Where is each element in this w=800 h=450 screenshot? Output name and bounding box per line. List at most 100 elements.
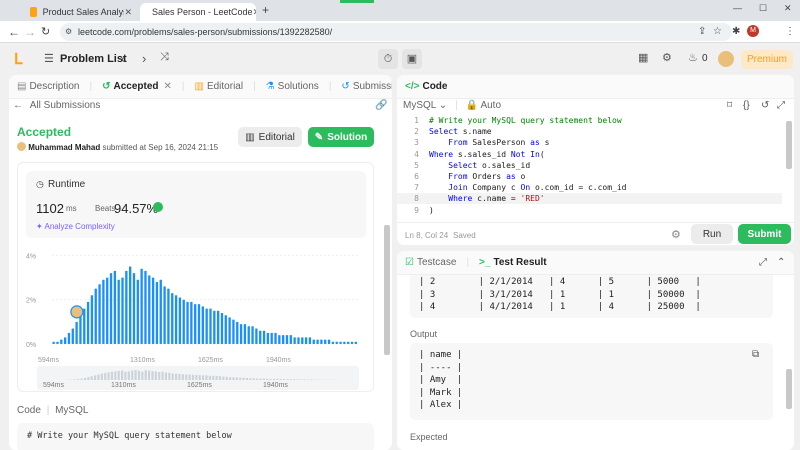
histogram-bar	[186, 301, 189, 344]
auto-mode-toggle[interactable]: 🔒 Auto	[466, 100, 501, 111]
tab-test-result[interactable]: >_ Test Result	[479, 257, 547, 268]
site-info-icon[interactable]: ⚙	[65, 23, 72, 41]
range-selector-bar	[276, 378, 279, 380]
expand-panel-icon[interactable]: ⤢	[759, 257, 767, 268]
fullscreen-icon[interactable]: ⤢	[777, 100, 785, 111]
range-selector-bar	[168, 372, 171, 380]
histogram-bar	[308, 337, 312, 344]
range-selector-bar	[158, 372, 161, 380]
close-tab-icon[interactable]: ✕	[253, 7, 256, 18]
all-submissions-link[interactable]: ← All Submissions	[13, 100, 100, 111]
browser-menu-icon[interactable]: ⋮	[785, 25, 795, 39]
code-line[interactable]: 5 Select o.sales_id	[397, 160, 782, 171]
maximize-window-icon[interactable]: ☐	[759, 3, 767, 14]
histogram-bar	[354, 341, 357, 344]
tab-testcase[interactable]: ☑ Testcase	[405, 257, 456, 268]
tab-accepted[interactable]: ↺ Accepted ✕	[102, 81, 172, 92]
minimize-window-icon[interactable]: —	[733, 3, 742, 13]
fire-streak-icon[interactable]: ♨	[688, 51, 698, 64]
previous-problem-icon[interactable]: ‹	[121, 51, 125, 66]
tab-solutions[interactable]: ⚗ Solutions	[266, 81, 319, 92]
close-window-icon[interactable]: ✕	[784, 3, 792, 14]
histogram-bar	[60, 339, 63, 344]
tab-description[interactable]: ▤ Description	[17, 81, 79, 92]
code-editor[interactable]: 1 # Write your MySQL query statement belo…	[397, 115, 782, 215]
extensions-icon[interactable]: ✱	[732, 25, 740, 39]
new-tab-plus-icon[interactable]: +	[262, 3, 269, 17]
premium-button[interactable]: Premium	[741, 50, 793, 69]
histogram-bar	[159, 279, 162, 344]
code-line[interactable]: 3 From SalesPerson as s	[397, 137, 782, 148]
histogram-bar	[171, 293, 174, 344]
range-selector-bar	[141, 371, 144, 380]
histogram-bar	[301, 337, 304, 344]
tab-submissions[interactable]: ↺Submissions	[341, 81, 392, 92]
histogram-bar	[136, 279, 139, 344]
code-line[interactable]: 6 From Orders as o	[397, 171, 782, 182]
url-field[interactable]: ⚙ leetcode.com/problems/sales-person/sub…	[60, 23, 732, 41]
reset-code-icon[interactable]: ↺	[761, 100, 769, 111]
copy-icon[interactable]: ⧉	[752, 349, 759, 360]
console-settings-icon[interactable]: ⚙	[671, 228, 681, 241]
histogram-bar	[140, 268, 143, 344]
result-scrollbar[interactable]	[786, 369, 792, 409]
problem-list-icon[interactable]: ☰	[44, 52, 54, 65]
share-icon[interactable]: ⇪	[698, 25, 706, 39]
code-line[interactable]: 1 # Write your MySQL query statement belo…	[397, 115, 782, 126]
editor-scrollbar[interactable]	[786, 121, 792, 169]
close-tab-icon[interactable]: ✕	[164, 81, 172, 92]
back-arrow-icon[interactable]: ←	[8, 25, 20, 39]
x-tick-label: 594ms	[38, 357, 60, 364]
editorial-button[interactable]: ▥ Editorial	[238, 127, 302, 147]
notes-icon[interactable]: ▣	[402, 49, 422, 69]
close-tab-icon[interactable]: ✕	[124, 7, 132, 18]
tab-editorial[interactable]: ▥ Editorial	[195, 81, 244, 92]
reload-icon[interactable]: ↻	[41, 25, 50, 39]
settings-gear-icon[interactable]: ⚙	[662, 51, 672, 64]
leetcode-logo-icon[interactable]: ᒪ	[14, 50, 22, 68]
bookmark-icon[interactable]: ⌑	[727, 100, 732, 111]
code-line[interactable]: 9)	[397, 205, 782, 216]
histogram-bar	[350, 341, 354, 344]
user-avatar[interactable]	[17, 142, 26, 151]
timer-icon[interactable]: ⏱	[378, 49, 398, 69]
range-selector-bar	[202, 375, 205, 380]
next-problem-icon[interactable]: ›	[142, 51, 146, 66]
range-selector-bar	[104, 372, 107, 380]
submitter-name[interactable]: Muhammad Mahad	[28, 143, 100, 152]
browser-tab-sales-person[interactable]: Sales Person - LeetCode ✕	[140, 3, 256, 21]
problem-list-link[interactable]: Problem List	[60, 53, 127, 65]
runtime-summary[interactable]: ◷ Runtime 1102 ms Beats 94.57% ✦ Analyze…	[26, 171, 366, 238]
range-selector-bar	[80, 378, 83, 380]
collapse-panel-icon[interactable]: ⌃	[777, 257, 785, 268]
share-link-icon[interactable]: 🔗	[375, 100, 387, 111]
range-selector-bar	[121, 370, 124, 380]
profile-avatar[interactable]: M	[747, 25, 759, 37]
user-avatar[interactable]	[718, 51, 734, 67]
range-selector-bar	[266, 378, 269, 380]
tab-code[interactable]: </> Code	[405, 81, 447, 92]
histogram-bar	[239, 324, 243, 344]
checkbox-icon: ☑	[405, 257, 414, 268]
runtime-range-selector[interactable]: 594ms 1310ms 1625ms 1940ms	[37, 366, 359, 390]
run-button[interactable]: Run	[691, 224, 733, 244]
code-section-header: Code | MySQL	[17, 405, 89, 416]
bookmark-star-icon[interactable]: ☆	[713, 25, 722, 39]
submit-button[interactable]: Submit	[738, 224, 791, 244]
left-panel-scrollbar[interactable]	[384, 225, 390, 355]
shuffle-icon[interactable]: ⤨	[160, 51, 169, 64]
analyze-complexity-link[interactable]: ✦ Analyze Complexity	[36, 222, 115, 231]
range-selector-bar	[127, 371, 130, 380]
solution-button[interactable]: ✎ Solution	[308, 127, 374, 147]
format-braces-icon[interactable]: {}	[743, 100, 750, 111]
browser-tab-product-sales[interactable]: Product Sales Analysis III - Lee ✕	[24, 3, 138, 21]
code-line[interactable]: 7 Join Company c On o.com_id = c.com_id	[397, 182, 782, 193]
user-runtime-marker-icon[interactable]	[70, 305, 84, 319]
forward-arrow-icon[interactable]: →	[24, 25, 36, 39]
language-select[interactable]: MySQL ⌄	[403, 100, 447, 111]
code-line[interactable]: 4 Where s.sales_id Not In(	[397, 149, 782, 160]
histogram-bar	[339, 341, 342, 344]
code-line[interactable]: 2 Select s.name	[397, 126, 782, 137]
layout-icon[interactable]: ▦	[638, 51, 648, 64]
code-line[interactable]: 8 Where c.name = 'RED'	[397, 193, 782, 205]
